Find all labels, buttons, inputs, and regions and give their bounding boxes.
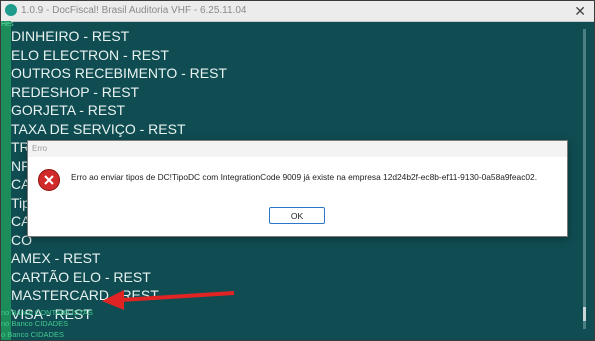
- list-item[interactable]: DINHEIRO - REST: [11, 27, 571, 46]
- dialog-title: Erro: [32, 144, 48, 153]
- list-item[interactable]: REDESHOP - REST: [11, 83, 571, 102]
- close-button[interactable]: ✕: [574, 3, 586, 20]
- log-strip: [1, 21, 11, 340]
- error-message: Erro ao enviar tipos de DC!TipoDC com In…: [71, 172, 538, 182]
- red-arrow-annotation: [102, 290, 235, 310]
- list-item[interactable]: MASTERCARD - REST: [11, 286, 571, 305]
- app-icon: [5, 4, 17, 16]
- ok-button[interactable]: OK: [269, 207, 325, 224]
- list-item[interactable]: TAXA DE SERVIÇO - REST: [11, 120, 571, 139]
- scrollbar-track[interactable]: [583, 29, 586, 329]
- list-item[interactable]: GORJETA - REST: [11, 101, 571, 120]
- log-line: no Banco CIDADES: [1, 319, 69, 328]
- title-bar: 1.0.9 - DocFiscal! Brasil Auditoria VHF …: [1, 1, 594, 22]
- log-line: o Banco CIDADES: [1, 330, 64, 339]
- error-dialog: Erro Erro ao enviar tipos de DC!TipoDC c…: [27, 140, 568, 237]
- list-item[interactable]: OUTROS RECEBIMENTO - REST: [11, 64, 571, 83]
- dialog-title-bar: Erro: [28, 141, 567, 157]
- window-title: 1.0.9 - DocFiscal! Brasil Auditoria VHF …: [21, 5, 247, 16]
- list-item[interactable]: CARTÃO ELO - REST: [11, 268, 571, 287]
- list-item[interactable]: VISA - REST: [11, 305, 571, 324]
- scrollbar-thumb[interactable]: [583, 307, 586, 321]
- log-line: no Banco CONTABILISTAS: [1, 308, 93, 317]
- error-icon: [38, 169, 60, 191]
- list-item[interactable]: ELO ELECTRON - REST: [11, 46, 571, 65]
- list-item[interactable]: AMEX - REST: [11, 249, 571, 268]
